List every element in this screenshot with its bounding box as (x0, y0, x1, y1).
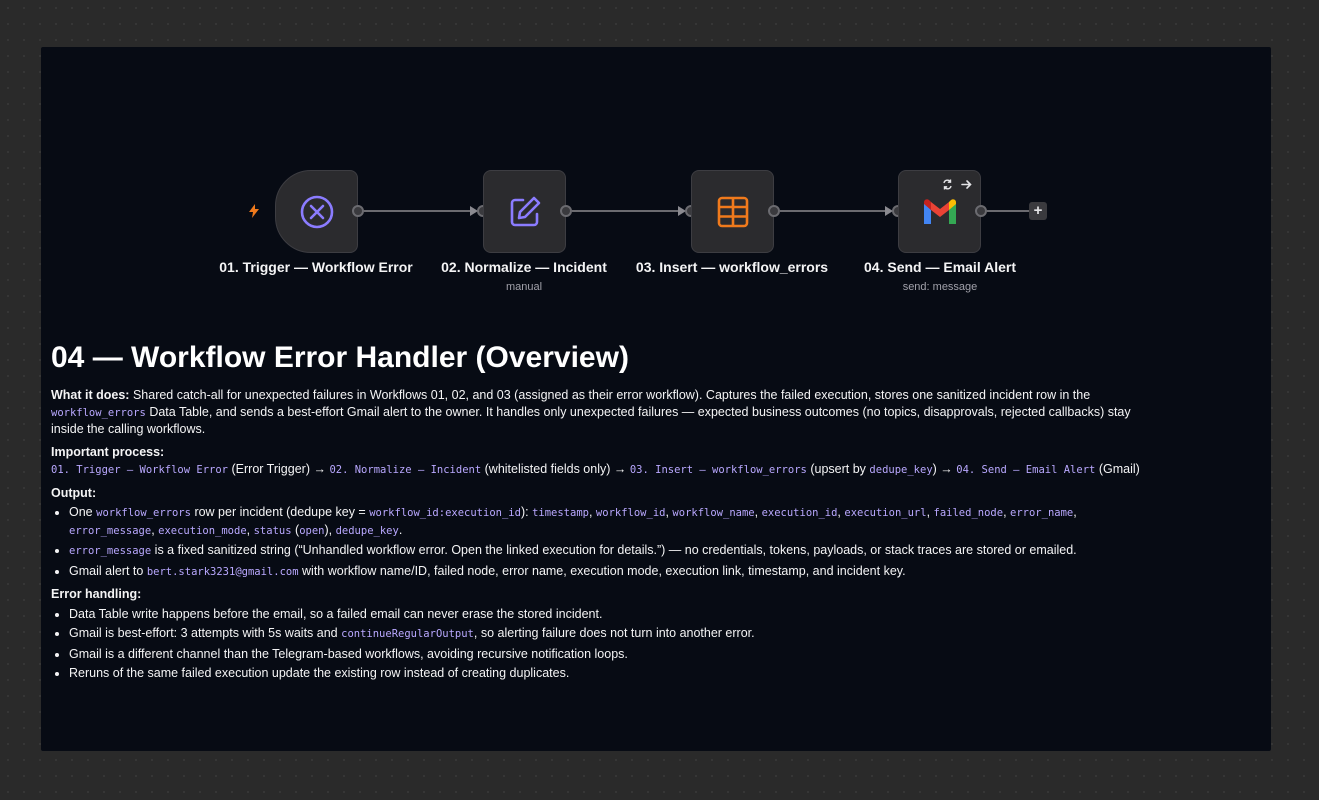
list-item: Gmail is a different channel than the Te… (69, 646, 1146, 663)
error-handling-label: Error handling: (51, 587, 142, 601)
retry-icon (943, 179, 952, 190)
process-label: Important process: (51, 444, 165, 459)
node-subtitle-send: send: message (902, 281, 978, 293)
node-trigger-workflow-error[interactable] (275, 170, 358, 253)
output-label: Output: (51, 485, 97, 500)
table-icon (717, 196, 748, 227)
node-normalize-incident[interactable] (483, 170, 566, 253)
output-handle[interactable] (352, 205, 364, 217)
error-handling-list: Data Table write happens before the emai… (51, 606, 1146, 682)
output-handle[interactable] (975, 205, 987, 217)
node-subtitle-normalize: manual (505, 281, 543, 293)
connection-stub (987, 210, 1029, 212)
overview-title: 04 — Workflow Error Handler (Overview) (51, 341, 629, 374)
list-item: Gmail alert to bert.stark3231@gmail.com … (69, 563, 1146, 581)
connection[interactable] (572, 210, 681, 212)
edit-icon (510, 196, 540, 226)
add-node-button[interactable]: + (1029, 202, 1047, 220)
circle-x-icon (300, 195, 333, 228)
list-item: Gmail is best-effort: 3 attempts with 5s… (69, 625, 1146, 643)
list-item: error_message is a fixed sanitized strin… (69, 542, 1146, 560)
output-list: One workflow_errors row per incident (de… (51, 504, 1146, 580)
node-title-send: 04. Send — Email Alert (864, 259, 1016, 275)
node-title-trigger: 01. Trigger — Workflow Error (219, 259, 413, 275)
what-it-does: What it does: Shared catch-all for unexp… (51, 388, 1131, 436)
node-title-insert: 03. Insert — workflow_errors (635, 259, 829, 275)
node-title-normalize: 02. Normalize — Incident (441, 259, 607, 275)
connection[interactable] (780, 210, 888, 212)
connection[interactable] (364, 210, 473, 212)
arrow-right-icon (961, 180, 972, 189)
what-label: What it does: (51, 388, 130, 402)
node-insert-workflow-errors[interactable] (691, 170, 774, 253)
bolt-icon (249, 204, 259, 218)
process-flow: 01. Trigger — Workflow Error (Error Trig… (51, 462, 1140, 476)
email-address: bert.stark3231@gmail.com (146, 565, 299, 578)
overview-content: 04 — Workflow Error Handler (Overview) W… (51, 340, 1146, 688)
list-item: One workflow_errors row per incident (de… (69, 504, 1146, 539)
output-handle[interactable] (560, 205, 572, 217)
list-item: Data Table write happens before the emai… (69, 606, 1146, 623)
list-item: Reruns of the same failed execution upda… (69, 665, 1146, 682)
gmail-icon (923, 198, 956, 224)
output-handle[interactable] (768, 205, 780, 217)
node-status-icons (942, 179, 972, 190)
